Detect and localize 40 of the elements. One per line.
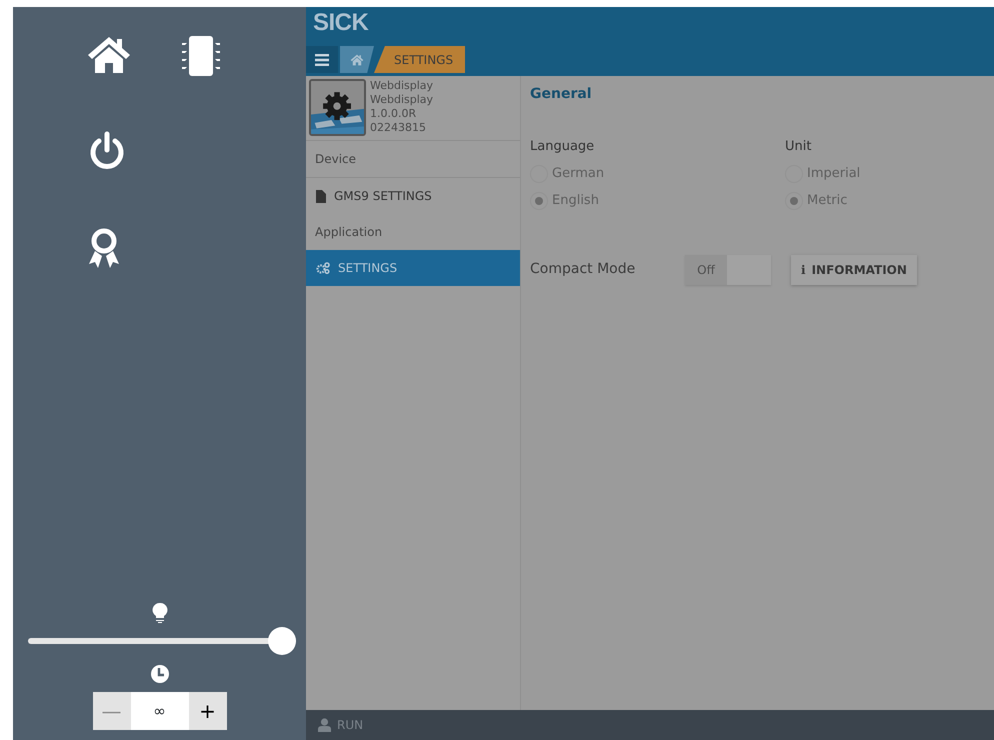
- radio-label: English: [552, 192, 599, 210]
- status-text: RUN: [337, 717, 364, 734]
- device-info-line: 1.0.0.0R: [370, 107, 418, 121]
- user-icon: [318, 718, 331, 732]
- group-label: Language: [530, 138, 596, 156]
- file-icon: [316, 190, 326, 202]
- decrement-button[interactable]: —: [92, 692, 130, 730]
- breadcrumb-item[interactable]: SETTINGS: [374, 46, 466, 73]
- chip-icon[interactable]: [180, 35, 222, 77]
- radio-label: Imperial: [807, 165, 860, 184]
- device-info-line: 02243815: [370, 121, 427, 135]
- award-icon[interactable]: [86, 227, 122, 269]
- radio-button[interactable]: [785, 192, 803, 210]
- home-icon: [350, 54, 364, 66]
- group-label: Unit: [785, 138, 812, 156]
- device-image: [309, 79, 366, 136]
- nav-heading: Device: [306, 141, 520, 178]
- radio-label: German: [552, 165, 604, 184]
- compact-mode-toggle[interactable]: Off: [685, 254, 771, 284]
- clock-icon: [150, 664, 170, 684]
- increment-button[interactable]: +: [188, 692, 226, 730]
- radio-button[interactable]: [530, 192, 548, 210]
- radio-label: Metric: [807, 192, 848, 210]
- nav-item[interactable]: SETTINGS: [306, 250, 520, 286]
- compact-mode-label: Compact Mode: [530, 260, 636, 279]
- menu-button[interactable]: [306, 46, 338, 73]
- menu-icon: [315, 54, 329, 66]
- nav-item[interactable]: GMS9 SETTINGS: [306, 178, 520, 214]
- home-icon[interactable]: [86, 35, 132, 75]
- information-button[interactable]: i INFORMATION: [791, 254, 917, 284]
- device-info-line: Webdisplay: [370, 79, 434, 93]
- logo: SICK: [312, 9, 368, 36]
- section-title: General: [530, 85, 593, 104]
- home-breadcrumb[interactable]: [340, 46, 374, 73]
- gears-icon: [316, 262, 330, 274]
- nav-heading: Application: [314, 224, 384, 241]
- slider-thumb[interactable]: [268, 627, 296, 655]
- timeout-value: ∞: [130, 692, 188, 730]
- device-info-line: Webdisplay: [370, 93, 434, 107]
- lightbulb-icon: [152, 602, 168, 624]
